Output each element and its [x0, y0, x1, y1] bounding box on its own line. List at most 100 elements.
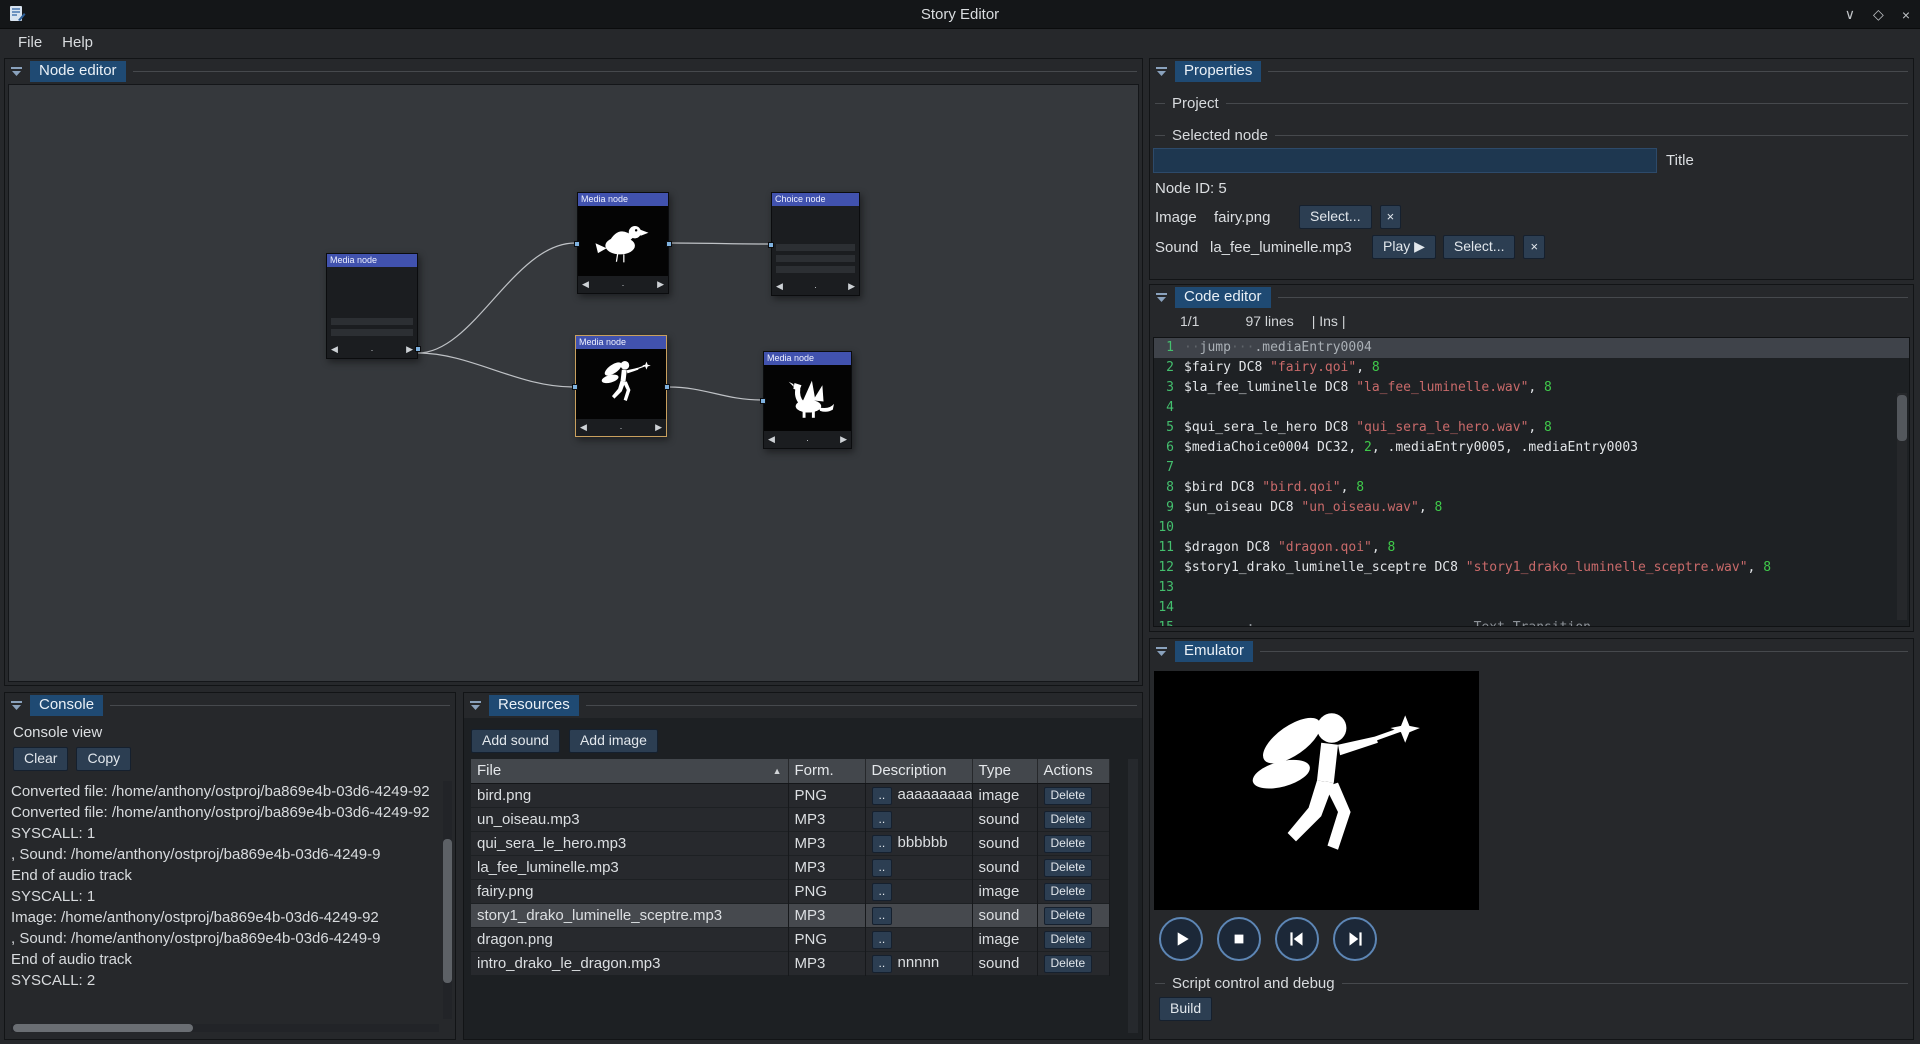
code-line[interactable]: 5$qui_sera_le_hero DC8 "qui_sera_le_hero…: [1154, 418, 1909, 438]
node-next-icon[interactable]: ▶: [406, 344, 413, 355]
code-line[interactable]: 9$un_oiseau DC8 "un_oiseau.wav", 8: [1154, 498, 1909, 518]
sound-clear-button[interactable]: ×: [1523, 235, 1545, 259]
table-row[interactable]: fairy.pngPNG..imageDelete: [471, 879, 1109, 903]
collapse-icon[interactable]: [1155, 645, 1168, 658]
output-port[interactable]: [415, 346, 421, 352]
code-line[interactable]: 4: [1154, 398, 1909, 418]
menu-help[interactable]: Help: [52, 31, 103, 54]
node-next-icon[interactable]: ▶: [848, 281, 855, 292]
close-button[interactable]: ×: [1902, 7, 1910, 23]
add-sound-button[interactable]: Add sound: [471, 729, 560, 753]
code-line[interactable]: 15 ; -------------------------- Text Tra…: [1154, 618, 1909, 627]
edit-description-button[interactable]: ..: [872, 811, 892, 829]
collapse-icon[interactable]: [1155, 65, 1168, 78]
input-port[interactable]: [572, 384, 578, 390]
table-row[interactable]: story1_drako_luminelle_sceptre.mp3MP3..s…: [471, 903, 1109, 927]
column-header-form[interactable]: Form.: [788, 759, 865, 783]
console-vertical-scrollbar[interactable]: [443, 781, 452, 1019]
node-media-fairy[interactable]: Media node ◀: [575, 335, 667, 437]
node-prev-icon[interactable]: ◀: [580, 422, 587, 433]
collapse-icon[interactable]: [10, 699, 23, 712]
column-header-description[interactable]: Description: [865, 759, 972, 783]
code-line[interactable]: 11$dragon DC8 "dragon.qoi", 8: [1154, 538, 1909, 558]
code-line[interactable]: 14: [1154, 598, 1909, 618]
stop-button[interactable]: [1217, 917, 1261, 961]
copy-button[interactable]: Copy: [76, 747, 131, 771]
delete-button[interactable]: Delete: [1044, 835, 1093, 853]
edit-description-button[interactable]: ..: [872, 907, 892, 925]
node-media-start[interactable]: Media node ◀ · ▶: [326, 253, 418, 359]
table-row[interactable]: dragon.pngPNG..imageDelete: [471, 927, 1109, 951]
delete-button[interactable]: Delete: [1044, 955, 1093, 973]
code-line[interactable]: 2$fairy DC8 "fairy.qoi", 8: [1154, 358, 1909, 378]
code-line[interactable]: 10: [1154, 518, 1909, 538]
node-media-bird[interactable]: Media node ◀ · ▶: [577, 192, 669, 294]
edit-description-button[interactable]: ..: [872, 931, 892, 949]
delete-button[interactable]: Delete: [1044, 859, 1093, 877]
minimize-button[interactable]: ∨: [1845, 6, 1855, 23]
input-port[interactable]: [574, 241, 580, 247]
console-horizontal-scrollbar[interactable]: [11, 1024, 439, 1032]
code-line[interactable]: 7: [1154, 458, 1909, 478]
output-port[interactable]: [666, 241, 672, 247]
delete-button[interactable]: Delete: [1044, 883, 1093, 901]
node-prev-icon[interactable]: ◀: [776, 281, 783, 292]
collapse-icon[interactable]: [1155, 291, 1168, 304]
edit-description-button[interactable]: ..: [872, 787, 892, 805]
table-row[interactable]: bird.pngPNG..aaaaaaaaaimageDelete: [471, 783, 1109, 807]
output-port[interactable]: [664, 384, 670, 390]
image-select-button[interactable]: Select...: [1299, 205, 1372, 229]
node-choice[interactable]: Choice node ◀ · ▶: [771, 192, 860, 296]
resources-vertical-scrollbar[interactable]: [1128, 759, 1138, 1033]
node-prev-icon[interactable]: ◀: [768, 434, 775, 445]
clear-button[interactable]: Clear: [13, 747, 68, 771]
code-line[interactable]: 6$mediaChoice0004 DC32, 2, .mediaEntry00…: [1154, 438, 1909, 458]
code-line[interactable]: 8$bird DC8 "bird.qoi", 8: [1154, 478, 1909, 498]
edit-description-button[interactable]: ..: [872, 835, 892, 853]
input-port[interactable]: [760, 398, 766, 404]
step-forward-button[interactable]: [1333, 917, 1377, 961]
step-back-button[interactable]: [1275, 917, 1319, 961]
node-prev-icon[interactable]: ◀: [331, 344, 338, 355]
scrollbar-thumb[interactable]: [1897, 395, 1907, 441]
code-line[interactable]: 1··jump···.mediaEntry0004: [1154, 338, 1909, 358]
code-line[interactable]: 12$story1_drako_luminelle_sceptre DC8 "s…: [1154, 558, 1909, 578]
delete-button[interactable]: Delete: [1044, 811, 1093, 829]
scrollbar-thumb[interactable]: [13, 1024, 193, 1032]
node-media-dragon[interactable]: Media node ◀: [763, 351, 852, 449]
node-next-icon[interactable]: ▶: [655, 422, 662, 433]
code-line[interactable]: 3$la_fee_luminelle DC8 "la_fee_luminelle…: [1154, 378, 1909, 398]
collapse-icon[interactable]: [10, 65, 23, 78]
title-input[interactable]: [1153, 148, 1657, 173]
node-canvas[interactable]: Media node ◀ · ▶ Media node: [8, 84, 1139, 682]
build-button[interactable]: Build: [1159, 997, 1212, 1021]
table-row[interactable]: un_oiseau.mp3MP3..soundDelete: [471, 807, 1109, 831]
node-next-icon[interactable]: ▶: [657, 279, 664, 290]
column-header-file[interactable]: File▲: [471, 759, 788, 783]
edit-description-button[interactable]: ..: [872, 859, 892, 877]
add-image-button[interactable]: Add image: [569, 729, 658, 753]
collapse-icon[interactable]: [469, 699, 482, 712]
delete-button[interactable]: Delete: [1044, 907, 1093, 925]
code-vertical-scrollbar[interactable]: [1897, 393, 1907, 620]
delete-button[interactable]: Delete: [1044, 787, 1093, 805]
input-port[interactable]: [768, 242, 774, 248]
menu-file[interactable]: File: [8, 31, 52, 54]
scrollbar-thumb[interactable]: [443, 839, 452, 983]
edit-description-button[interactable]: ..: [872, 955, 892, 973]
code-line[interactable]: 13: [1154, 578, 1909, 598]
sound-play-button[interactable]: Play ▶: [1372, 235, 1436, 259]
edit-description-button[interactable]: ..: [872, 883, 892, 901]
image-clear-button[interactable]: ×: [1380, 205, 1402, 229]
delete-button[interactable]: Delete: [1044, 931, 1093, 949]
table-row[interactable]: la_fee_luminelle.mp3MP3..soundDelete: [471, 855, 1109, 879]
play-button[interactable]: [1159, 917, 1203, 961]
code-area[interactable]: 1··jump···.mediaEntry00042$fairy DC8 "fa…: [1153, 337, 1910, 627]
node-prev-icon[interactable]: ◀: [582, 279, 589, 290]
column-header-actions[interactable]: Actions: [1037, 759, 1109, 783]
table-row[interactable]: qui_sera_le_hero.mp3MP3..bbbbbbsoundDele…: [471, 831, 1109, 855]
sound-select-button[interactable]: Select...: [1443, 235, 1516, 259]
column-header-type[interactable]: Type: [972, 759, 1037, 783]
table-row[interactable]: intro_drako_le_dragon.mp3MP3..nnnnnsound…: [471, 951, 1109, 975]
maximize-button[interactable]: ◇: [1873, 6, 1884, 23]
